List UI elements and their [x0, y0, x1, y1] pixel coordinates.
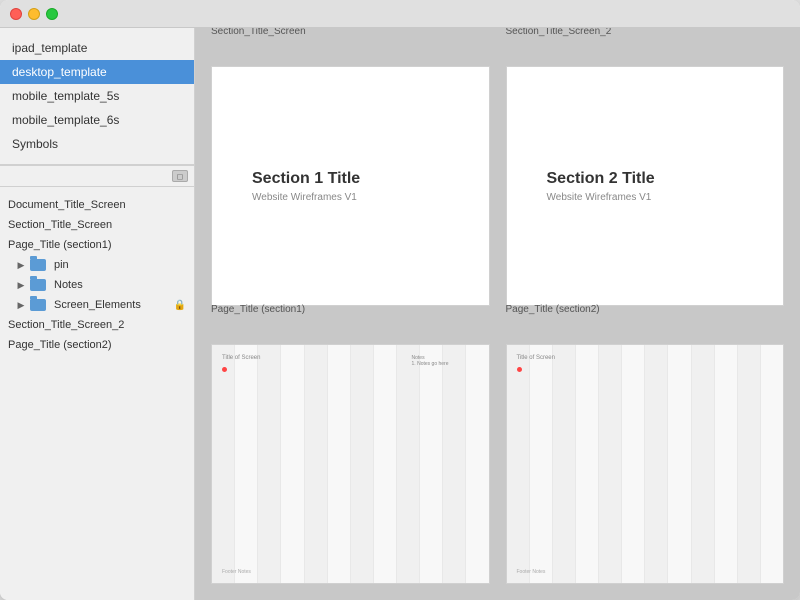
layer-label: Document_Title_Screen: [8, 199, 126, 211]
folder-icon: [30, 259, 46, 271]
artboard-canvas[interactable]: Section 2 Title Website Wireframes V1: [506, 66, 785, 306]
file-list: ipad_template desktop_template mobile_te…: [0, 28, 194, 165]
red-dot-indicator: [517, 367, 522, 372]
layer-screen-elements-folder[interactable]: ▶ Screen_Elements 🔒: [0, 295, 194, 315]
section-title: Section 2 Title: [547, 170, 655, 188]
app-window: ipad_template desktop_template mobile_te…: [0, 0, 800, 600]
close-button[interactable]: [10, 8, 22, 20]
canvas-area: Section_Title_Screen Section 1 Title Web…: [195, 28, 800, 600]
main-content: ipad_template desktop_template mobile_te…: [0, 28, 800, 600]
chevron-right-icon: ▶: [16, 260, 26, 270]
artboard-page-title-section2: Page_Title (section2): [506, 322, 785, 584]
artboard-section-title-screen: Section_Title_Screen Section 1 Title Web…: [211, 44, 490, 306]
folder-icon: [30, 299, 46, 311]
resize-handle: ◻: [0, 165, 194, 187]
section-subtitle: Website Wireframes V1: [252, 192, 357, 203]
layer-pin-folder[interactable]: ▶ pin: [0, 255, 194, 275]
chevron-right-icon: ▶: [16, 280, 26, 290]
artboard-canvas[interactable]: Section 1 Title Website Wireframes V1: [211, 66, 490, 306]
page-overlay: Title of Screen Notes 1. Notes go here: [212, 345, 489, 583]
traffic-lights: [10, 8, 58, 20]
layer-label: Section_Title_Screen_2: [8, 319, 124, 331]
layers-panel: Document_Title_Screen Section_Title_Scre…: [0, 187, 194, 600]
artboard-canvas[interactable]: Title of Screen Notes 1. Notes go here F…: [211, 344, 490, 584]
sidebar: ipad_template desktop_template mobile_te…: [0, 28, 195, 600]
sidebar-item-desktop-template[interactable]: desktop_template: [0, 60, 194, 84]
sidebar-item-mobile-6s[interactable]: mobile_template_6s: [0, 108, 194, 132]
page-overlay: Title of Screen: [507, 345, 784, 583]
layer-notes-folder[interactable]: ▶ Notes: [0, 275, 194, 295]
layer-document-title-screen[interactable]: Document_Title_Screen: [0, 195, 194, 215]
page-footer: Footer Notes: [222, 569, 251, 575]
artboard-page-title-section1: Page_Title (section1): [211, 322, 490, 584]
layer-page-title-section2[interactable]: Page_Title (section2): [0, 335, 194, 355]
artboard-label: Page_Title (section1): [211, 304, 305, 315]
layer-label: pin: [54, 259, 69, 271]
titlebar: [0, 0, 800, 28]
layer-section-title-screen[interactable]: Section_Title_Screen: [0, 215, 194, 235]
layer-label: Notes: [54, 279, 83, 291]
maximize-button[interactable]: [46, 8, 58, 20]
red-dot-indicator: [222, 367, 227, 372]
layer-label: Screen_Elements: [54, 299, 141, 311]
resize-button[interactable]: ◻: [172, 170, 188, 182]
layer-label: Page_Title (section1): [8, 239, 112, 251]
page-footer: Footer Notes: [517, 569, 546, 575]
section-subtitle: Website Wireframes V1: [547, 192, 652, 203]
section-title: Section 1 Title: [252, 170, 360, 188]
artboard-label: Section_Title_Screen_2: [506, 28, 612, 37]
artboard-canvas[interactable]: Title of Screen Footer Notes: [506, 344, 785, 584]
notes-area: Notes 1. Notes go here: [412, 355, 449, 367]
sidebar-item-symbols[interactable]: Symbols: [0, 132, 194, 156]
layer-section-title-screen-2[interactable]: Section_Title_Screen_2: [0, 315, 194, 335]
artboard-section-title-screen-2: Section_Title_Screen_2 Section 2 Title W…: [506, 44, 785, 306]
sidebar-item-ipad-template[interactable]: ipad_template: [0, 36, 194, 60]
page-screen-title: Title of Screen: [517, 355, 774, 361]
folder-icon: [30, 279, 46, 291]
layer-page-title-section1[interactable]: Page_Title (section1): [0, 235, 194, 255]
layer-label: Page_Title (section2): [8, 339, 112, 351]
artboard-label: Section_Title_Screen: [211, 28, 306, 37]
lock-icon: 🔒: [174, 300, 186, 311]
sidebar-item-mobile-5s[interactable]: mobile_template_5s: [0, 84, 194, 108]
layer-label: Section_Title_Screen: [8, 219, 112, 231]
minimize-button[interactable]: [28, 8, 40, 20]
chevron-right-icon: ▶: [16, 300, 26, 310]
artboard-label: Page_Title (section2): [506, 304, 600, 315]
notes-text: 1. Notes go here: [412, 361, 449, 367]
